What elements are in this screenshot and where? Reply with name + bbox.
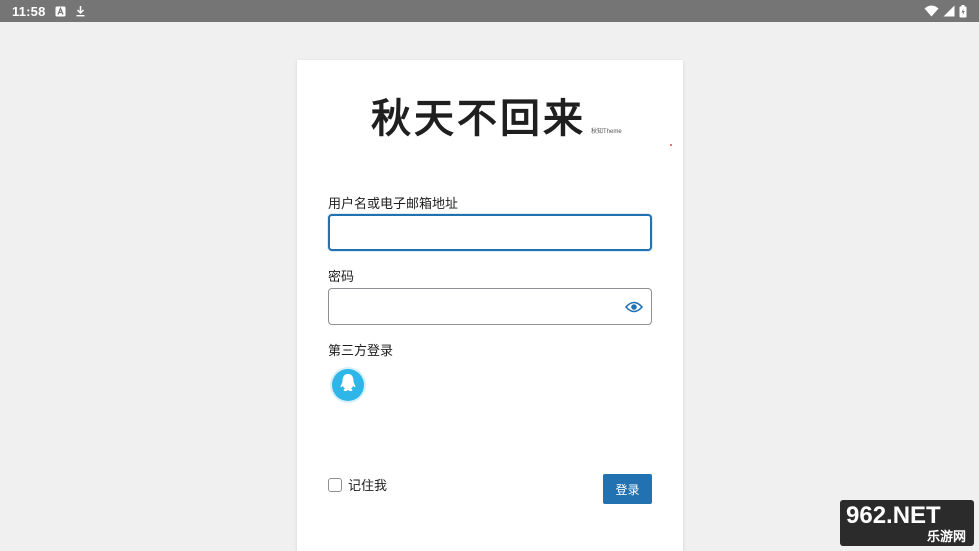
- battery-icon: [959, 4, 967, 18]
- qq-login-button[interactable]: [332, 369, 364, 401]
- decorative-dot: [670, 144, 672, 146]
- third-party-label: 第三方登录: [328, 344, 394, 359]
- a-notification-icon: [55, 6, 66, 17]
- wifi-icon: [924, 5, 939, 17]
- watermark-sub: 乐游网: [926, 530, 966, 545]
- qq-icon: [338, 372, 358, 398]
- username-input[interactable]: [328, 214, 652, 251]
- logo-subtitle: 秋知Theme: [591, 129, 622, 135]
- remember-checkbox[interactable]: [328, 477, 342, 492]
- password-input[interactable]: [328, 288, 652, 325]
- download-icon: [75, 5, 86, 17]
- login-button[interactable]: 登录: [603, 474, 652, 504]
- show-password-eye-icon[interactable]: [625, 298, 643, 316]
- username-label: 用户名或电子邮箱地址: [328, 197, 459, 212]
- site-watermark: 962.NET 乐游网: [840, 500, 974, 546]
- password-label: 密码: [328, 270, 355, 285]
- status-bar: 11:58: [0, 0, 979, 22]
- login-card: 秋天不回来 秋知Theme 用户名或电子邮箱地址 密码 第三方登录 记住我 登录: [297, 60, 683, 551]
- status-time: 11:58: [12, 3, 46, 19]
- site-logo[interactable]: 秋天不回来 秋知Theme: [357, 82, 637, 142]
- signal-icon: [943, 5, 955, 17]
- remember-me[interactable]: 记住我: [328, 475, 387, 494]
- remember-label: 记住我: [348, 479, 388, 494]
- logo-title: 秋天不回来: [371, 95, 586, 142]
